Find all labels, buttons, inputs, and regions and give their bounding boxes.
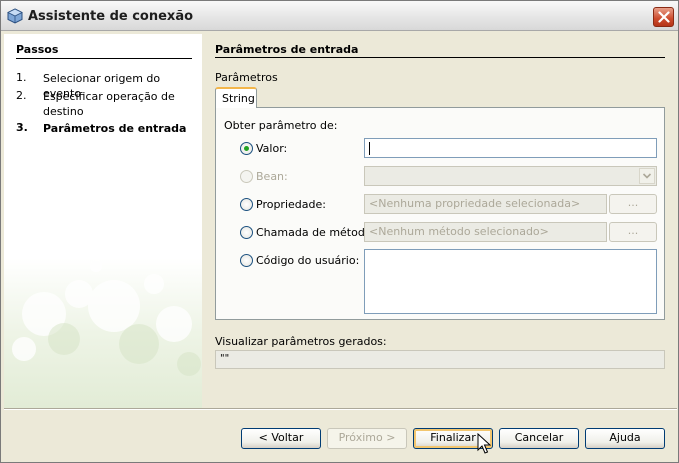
back-button[interactable]: < Voltar: [241, 428, 321, 449]
steps-divider: [16, 58, 192, 59]
property-field: <Nenhuma propriedade selecionada>: [364, 194, 607, 214]
preview-label: Visualizar parâmetros gerados:: [215, 335, 387, 348]
property-label: Propriedade:: [256, 198, 326, 211]
step-label: Especificar operação de destino: [43, 90, 175, 118]
steps-heading: Passos: [16, 43, 59, 56]
bean-combo[interactable]: [364, 166, 657, 186]
user-code-textarea[interactable]: [364, 249, 657, 314]
next-button[interactable]: Próximo >: [327, 428, 407, 449]
cancel-button[interactable]: Cancelar: [499, 428, 579, 449]
method-call-label: Chamada de método:: [256, 226, 376, 239]
value-input[interactable]: [364, 138, 657, 158]
step-number: 2.: [16, 89, 27, 102]
window-title: Assistente de conexão: [28, 9, 194, 24]
title-bar[interactable]: Assistente de conexão: [1, 1, 678, 31]
property-radio[interactable]: [240, 198, 253, 211]
method-field: <Nenhum método selecionado>: [364, 222, 607, 242]
steps-panel: Passos 1. Selecionar origem do evento 2.…: [4, 34, 202, 408]
close-icon: [658, 11, 670, 23]
step-label: Parâmetros de entrada: [43, 122, 187, 135]
bean-label: Bean:: [256, 170, 288, 183]
parameters-label: Parâmetros: [215, 71, 278, 84]
step-number: 1.: [16, 71, 27, 84]
wizard-window: Assistente de conexão Passos 1. Selecion…: [0, 0, 679, 463]
help-button[interactable]: Ajuda: [585, 428, 665, 449]
chevron-down-icon[interactable]: [639, 168, 655, 184]
tab-panel: Obter parâmetro de: Valor: Bean: Proprie…: [215, 107, 665, 320]
text-caret: [369, 142, 370, 155]
mouse-pointer-icon: [477, 433, 491, 454]
page-title: Parâmetros de entrada: [215, 43, 359, 56]
property-browse-button[interactable]: ...: [609, 194, 657, 214]
method-browse-button[interactable]: ...: [609, 222, 657, 242]
step-number: 3.: [16, 121, 28, 134]
user-code-label: Código do usuário:: [256, 254, 360, 267]
decorative-bubbles-icon: [12, 260, 201, 376]
tab-string[interactable]: String: [215, 87, 257, 108]
preview-field: "": [215, 350, 665, 369]
title-divider: [215, 57, 665, 58]
bean-radio[interactable]: [240, 170, 253, 183]
method-call-radio[interactable]: [240, 226, 253, 239]
app-cube-icon: [7, 8, 23, 24]
value-radio[interactable]: [240, 142, 253, 155]
close-button[interactable]: [653, 7, 674, 27]
value-label: Valor:: [256, 142, 288, 155]
user-code-radio[interactable]: [240, 254, 253, 267]
source-legend: Obter parâmetro de:: [224, 119, 338, 132]
